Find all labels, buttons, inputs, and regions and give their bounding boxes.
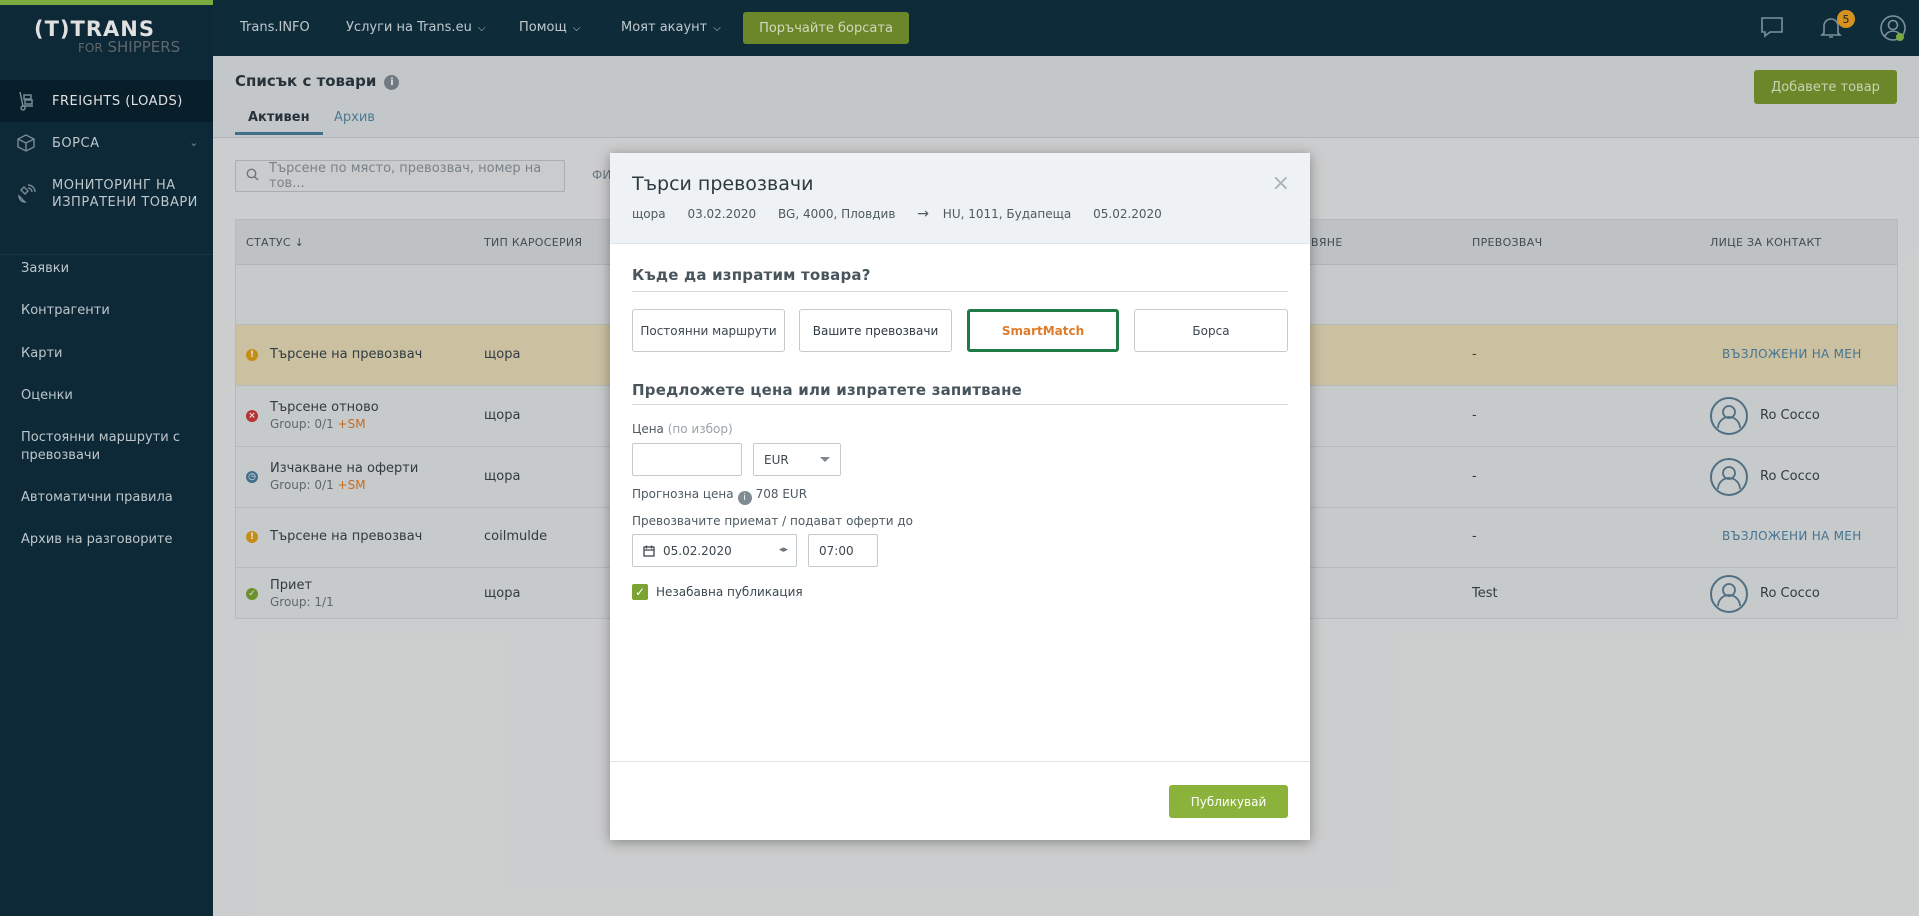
currency-select[interactable]: EUR xyxy=(753,443,841,476)
close-icon[interactable]: × xyxy=(1272,173,1290,195)
price-input[interactable] xyxy=(632,443,742,476)
forecast-label: Прогнозна цена xyxy=(632,487,734,501)
route-origin: BG, 4000, Пловдив xyxy=(778,207,896,221)
price-optional-hint: (по избор) xyxy=(667,422,733,436)
date-value: 05.02.2020 xyxy=(663,543,732,558)
dropdown-caret-icon xyxy=(820,457,830,462)
route-date-from: 03.02.2020 xyxy=(687,207,757,221)
date-input[interactable]: 05.02.2020 ◂▸ xyxy=(632,534,797,567)
option-smartmatch[interactable]: SmartMatch xyxy=(967,309,1119,352)
option-permanent-routes[interactable]: Постоянни маршрути xyxy=(632,309,785,352)
immediate-publish-checkbox[interactable]: ✓ xyxy=(632,584,648,600)
route-destination: HU, 1011, Будапеща xyxy=(942,207,1072,221)
price-label-text: Цена xyxy=(632,422,664,436)
modal-title: Търси превозвачи xyxy=(632,173,814,195)
option-exchange[interactable]: Борса xyxy=(1134,309,1288,352)
forecast-value: 708 EUR xyxy=(755,487,808,501)
price-label: Цена (по избор) xyxy=(632,422,733,436)
divider xyxy=(632,291,1288,292)
arrow-right-icon: → xyxy=(917,206,929,222)
info-icon[interactable]: i xyxy=(737,491,752,505)
time-value: 07:00 xyxy=(819,543,854,558)
modal-footer-divider xyxy=(610,761,1310,762)
time-input[interactable]: 07:00 xyxy=(808,534,878,567)
route-summary: щора 03.02.2020 BG, 4000, Пловдив → HU, … xyxy=(632,206,1180,222)
modal-header: Търси превозвачи × щора 03.02.2020 BG, 4… xyxy=(610,153,1310,244)
option-your-carriers[interactable]: Вашите превозвачи xyxy=(799,309,952,352)
price-section-title: Предложете цена или изпратете запитване xyxy=(632,381,1023,399)
calendar-icon xyxy=(643,545,655,557)
route-body-type: щора xyxy=(632,207,666,221)
date-stepper-icon[interactable]: ◂▸ xyxy=(779,545,788,555)
divider xyxy=(632,404,1288,405)
where-to-send-title: Къде да изпратим товара? xyxy=(632,266,871,284)
publish-button[interactable]: Публикувай xyxy=(1169,785,1288,818)
currency-value: EUR xyxy=(764,452,789,467)
find-carriers-modal: Търси превозвачи × щора 03.02.2020 BG, 4… xyxy=(610,153,1310,840)
immediate-publish-label: Незабавна публикация xyxy=(656,585,803,599)
route-date-to: 05.02.2020 xyxy=(1093,207,1162,221)
forecast-price: Прогнозна цена i 708 EUR xyxy=(632,487,807,505)
deadline-label: Превозвачите приемат / подават оферти до xyxy=(632,514,913,528)
